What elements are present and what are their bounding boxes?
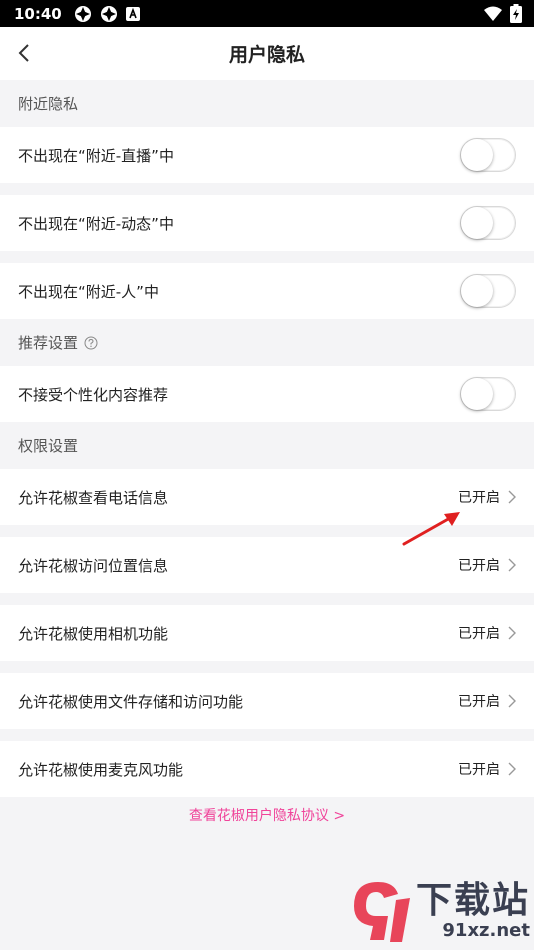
permission-status: 已开启 bbox=[458, 626, 500, 642]
row-permission-storage[interactable]: 允许花椒使用文件存储和访问功能 已开启 bbox=[0, 673, 534, 729]
page-title: 用户隐私 bbox=[228, 44, 305, 66]
chevron-right-icon bbox=[508, 490, 516, 504]
row-label: 不出现在“附近-直播”中 bbox=[18, 146, 174, 165]
chevron-right-icon bbox=[508, 694, 516, 708]
permission-status: 已开启 bbox=[458, 558, 500, 574]
nav-bar: 用户隐私 bbox=[0, 27, 534, 80]
row-hide-nearby-feed: 不出现在“附近-动态”中 bbox=[0, 195, 534, 251]
watermark-title: 下载站 bbox=[415, 880, 530, 921]
section-header-label: 推荐设置 bbox=[18, 334, 79, 352]
permission-status: 已开启 bbox=[458, 694, 500, 710]
toggle-knob bbox=[461, 139, 493, 171]
permission-status: 已开启 bbox=[458, 490, 500, 506]
row-permission-microphone[interactable]: 允许花椒使用麦克风功能 已开启 bbox=[0, 741, 534, 797]
battery-icon bbox=[510, 4, 522, 27]
row-permission-camera[interactable]: 允许花椒使用相机功能 已开启 bbox=[0, 605, 534, 661]
row-label: 允许花椒使用相机功能 bbox=[18, 624, 169, 643]
section-header-permission: 权限设置 bbox=[0, 422, 534, 469]
section-header-label: 权限设置 bbox=[18, 437, 79, 455]
chevron-right-icon bbox=[508, 762, 516, 776]
toggle-knob bbox=[461, 207, 493, 239]
toggle-no-personalized-recommend[interactable] bbox=[460, 377, 516, 411]
privacy-policy-link[interactable]: 查看花椒用户隐私协议 > bbox=[0, 801, 534, 829]
toggle-knob bbox=[461, 378, 493, 410]
status-bar: 10:40 bbox=[0, 0, 534, 27]
section-header-nearby: 附近隐私 bbox=[0, 80, 534, 127]
row-label: 不出现在“附近-人”中 bbox=[18, 282, 159, 301]
section-header-recommend: 推荐设置 bbox=[0, 319, 534, 366]
row-label: 允许花椒使用麦克风功能 bbox=[18, 760, 184, 779]
help-icon[interactable] bbox=[84, 336, 98, 350]
section-header-label: 附近隐私 bbox=[18, 95, 79, 113]
chevron-left-icon bbox=[18, 44, 29, 62]
app-notification-icon bbox=[74, 5, 92, 23]
row-label: 不出现在“附近-动态”中 bbox=[18, 214, 174, 233]
toggle-knob bbox=[461, 275, 493, 307]
chevron-right-icon bbox=[508, 626, 516, 640]
status-time: 10:40 bbox=[14, 4, 62, 23]
row-label: 允许花椒访问位置信息 bbox=[18, 556, 169, 575]
watermark-url: 91xz.net bbox=[442, 920, 530, 941]
watermark-logo-icon bbox=[353, 882, 410, 942]
row-label: 允许花椒使用文件存储和访问功能 bbox=[18, 692, 244, 711]
row-label: 不接受个性化内容推荐 bbox=[18, 385, 169, 404]
toggle-hide-nearby-live[interactable] bbox=[460, 138, 516, 172]
app-notification-icon bbox=[100, 5, 118, 23]
wifi-icon bbox=[484, 6, 502, 26]
toggle-hide-nearby-feed[interactable] bbox=[460, 206, 516, 240]
row-no-personalized-recommend: 不接受个性化内容推荐 bbox=[0, 366, 534, 422]
row-hide-nearby-people: 不出现在“附近-人”中 bbox=[0, 263, 534, 319]
permission-status: 已开启 bbox=[458, 762, 500, 778]
font-notification-icon bbox=[125, 6, 140, 21]
toggle-hide-nearby-people[interactable] bbox=[460, 274, 516, 308]
annotation-arrow-icon bbox=[400, 508, 464, 552]
back-button[interactable] bbox=[12, 40, 36, 66]
row-hide-nearby-live: 不出现在“附近-直播”中 bbox=[0, 127, 534, 183]
watermark: 下载站 91xz.net bbox=[344, 876, 530, 946]
row-label: 允许花椒查看电话信息 bbox=[18, 488, 169, 507]
chevron-right-icon bbox=[508, 558, 516, 572]
